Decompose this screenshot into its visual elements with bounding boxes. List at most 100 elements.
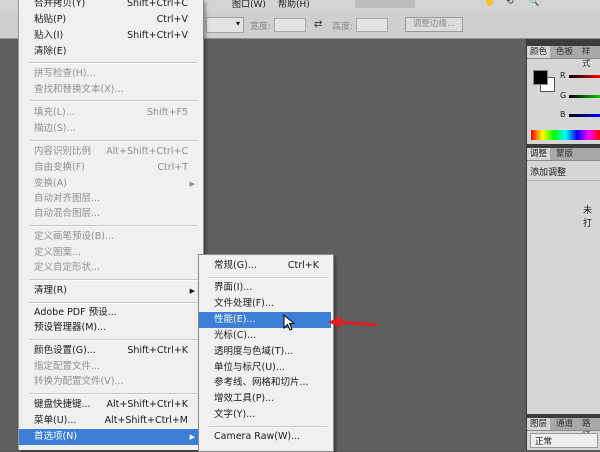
pref-item-cursors[interactable]: 光标(C)... bbox=[199, 328, 331, 344]
zoom-icon[interactable]: 🔍 bbox=[528, 0, 539, 7]
menu-item-spell-check[interactable]: 拼写检查(H)... bbox=[19, 66, 202, 82]
menu-item-shortcut: Alt+Shift+Ctrl+C bbox=[106, 146, 188, 157]
menu-item-shortcut: Ctrl+V bbox=[156, 14, 188, 25]
menu-item-keyboard-shortcuts[interactable]: 键盘快捷键... Alt+Shift+Ctrl+K bbox=[19, 397, 202, 413]
pref-item-performance[interactable]: 性能(E)... bbox=[199, 312, 331, 328]
tab-channels[interactable]: 通道 bbox=[553, 418, 576, 430]
submenu-item-label: 单位与标尺(U)... bbox=[214, 362, 285, 373]
submenu-item-label: 增效工具(P)... bbox=[214, 393, 275, 404]
width-field[interactable] bbox=[274, 18, 306, 32]
menu-item-color-settings[interactable]: 颜色设置(G)... Shift+Ctrl+K bbox=[19, 343, 202, 359]
height-label: 高度: bbox=[332, 22, 354, 32]
menu-item-define-pattern[interactable]: 定义图案... bbox=[19, 245, 202, 261]
menu-item-preferences[interactable]: 首选项(N) ▶ bbox=[19, 429, 202, 445]
pref-item-guides-grid-slices[interactable]: 参考线、网格和切片... bbox=[199, 375, 331, 391]
style-dropdown[interactable]: ▾ bbox=[206, 17, 244, 33]
submenu-item-label: 透明度与色域(T)... bbox=[214, 346, 294, 357]
color-spectrum-ramp[interactable] bbox=[531, 130, 600, 140]
menu-item-paste[interactable]: 粘贴(P) Ctrl+V bbox=[19, 12, 202, 28]
menu-item-clear[interactable]: 清除(E) bbox=[19, 44, 202, 60]
menu-item-convert-profile[interactable]: 转换为配置文件(V)... bbox=[19, 374, 202, 390]
r-slider[interactable] bbox=[569, 75, 600, 78]
tab-color[interactable]: 颜色 bbox=[527, 46, 551, 58]
channel-b-label: B bbox=[560, 110, 566, 119]
menu-item-label: 定义画笔预设(B)... bbox=[34, 231, 114, 242]
menu-item-transform[interactable]: 变换(A) ▶ bbox=[19, 176, 202, 192]
menu-item-auto-blend-layers[interactable]: 自动混合图层... bbox=[19, 206, 202, 222]
menu-help[interactable]: 帮助(H) bbox=[278, 0, 310, 10]
pref-item-transparency-gamut[interactable]: 透明度与色域(T)... bbox=[199, 344, 331, 360]
menu-item-purge[interactable]: 清理(R) ▶ bbox=[19, 283, 202, 299]
pref-item-camera-raw[interactable]: Camera Raw(W)... bbox=[199, 429, 331, 445]
hand-tool-icon[interactable]: ✋ bbox=[484, 0, 495, 7]
color-panel-tabs: 颜色 色板 样式 bbox=[527, 46, 600, 69]
adjustments-title: 添加调整 bbox=[530, 168, 567, 178]
adjustments-divider bbox=[527, 180, 600, 181]
menu-item-label: 指定配置文件... bbox=[34, 361, 101, 372]
height-field[interactable] bbox=[356, 18, 388, 32]
menu-item-label: 菜单(U)... bbox=[34, 415, 77, 426]
width-label: 宽度: bbox=[250, 22, 272, 32]
pref-item-file-handling[interactable]: 文件处理(F)... bbox=[199, 296, 331, 312]
b-slider[interactable] bbox=[569, 114, 600, 117]
menu-item-stroke[interactable]: 描边(S)... bbox=[19, 121, 202, 137]
pref-item-general[interactable]: 常规(G)... Ctrl+K bbox=[199, 258, 331, 274]
rotate-view-icon[interactable]: ⟲ bbox=[506, 0, 514, 7]
menu-item-preset-manager[interactable]: 预设管理器(M)... bbox=[19, 320, 202, 336]
menu-item-adobe-pdf-presets[interactable]: Adobe PDF 预设... bbox=[19, 305, 202, 321]
tab-paths[interactable]: 路径 bbox=[579, 418, 600, 441]
menu-item-shortcut: Shift+Ctrl+C bbox=[126, 0, 188, 9]
chevron-down-icon: ▾ bbox=[235, 19, 240, 28]
menu-item-fill[interactable]: 填充(L)... Shift+F5 bbox=[19, 105, 202, 121]
menu-separator bbox=[30, 100, 198, 102]
tab-swatches[interactable]: 色板 bbox=[553, 46, 576, 58]
menu-item-label: 变换(A) bbox=[34, 178, 67, 189]
g-slider[interactable] bbox=[569, 95, 600, 98]
menu-window[interactable]: 图口(W) bbox=[232, 0, 266, 10]
tab-styles[interactable]: 样式 bbox=[579, 46, 600, 69]
menu-item-label: 合并拷贝(Y) bbox=[34, 0, 86, 9]
menu-item-shortcut: Shift+Ctrl+V bbox=[127, 30, 188, 41]
menu-item-label: 转换为配置文件(V)... bbox=[34, 376, 124, 387]
menu-item-free-transform[interactable]: 自由变换(F) Ctrl+T bbox=[19, 160, 202, 176]
pref-item-units-rulers[interactable]: 单位与标尺(U)... bbox=[199, 360, 331, 376]
menu-item-define-custom-shape[interactable]: 定义自定形状... bbox=[19, 260, 202, 276]
mouse-cursor-icon bbox=[283, 314, 296, 331]
pref-item-type[interactable]: 文字(Y)... bbox=[199, 407, 331, 423]
menu-item-find-replace[interactable]: 查找和替换文本(X)... bbox=[19, 82, 202, 98]
tab-masks[interactable]: 蒙版 bbox=[553, 148, 576, 160]
menu-item-auto-align-layers[interactable]: 自动对齐图层... bbox=[19, 191, 202, 207]
foreground-color-swatch[interactable] bbox=[533, 70, 548, 85]
menu-item-merge-copy[interactable]: 合并拷贝(Y) Shift+Ctrl+C bbox=[19, 0, 202, 12]
menu-item-label: 清理(R) bbox=[34, 285, 68, 296]
menu-item-menus[interactable]: 菜单(U)... Alt+Shift+Ctrl+M bbox=[19, 413, 202, 429]
menu-item-shortcut: Alt+Shift+Ctrl+M bbox=[104, 415, 188, 426]
submenu-item-shortcut: Ctrl+K bbox=[287, 260, 319, 271]
submenu-arrow-icon: ▶ bbox=[189, 180, 195, 188]
pref-item-plugins[interactable]: 增效工具(P)... bbox=[199, 391, 331, 407]
channel-g-label: G bbox=[560, 91, 567, 100]
submenu-arrow-icon: ▶ bbox=[189, 287, 195, 295]
menu-item-label: 查找和替换文本(X)... bbox=[34, 84, 124, 95]
layers-panel: 图层 通道 路径 正常 bbox=[527, 418, 600, 450]
menu-item-paste-into[interactable]: 贴入(I) Shift+Ctrl+V bbox=[19, 28, 202, 44]
menu-item-label: Adobe PDF 预设... bbox=[34, 307, 117, 318]
pref-item-interface[interactable]: 界面(I)... bbox=[199, 280, 331, 296]
menu-item-content-aware-scale[interactable]: 内容识别比例 Alt+Shift+Ctrl+C bbox=[19, 144, 202, 160]
tab-layers[interactable]: 图层 bbox=[527, 418, 551, 430]
tab-adjustments[interactable]: 调整 bbox=[527, 148, 551, 160]
submenu-item-label: 界面(I)... bbox=[214, 282, 253, 293]
menu-item-shortcut: Ctrl+T bbox=[157, 162, 188, 173]
menu-separator bbox=[30, 302, 198, 304]
refine-edge-button[interactable]: 调整边缘... bbox=[405, 17, 463, 32]
submenu-item-label: 常规(G)... bbox=[214, 260, 257, 271]
submenu-item-label: 参考线、网格和切片... bbox=[214, 377, 309, 388]
swap-arrows-icon[interactable]: ⇄ bbox=[314, 19, 322, 30]
menu-separator bbox=[30, 393, 198, 395]
channel-r-label: R bbox=[560, 71, 566, 80]
menu-item-shortcut: Shift+Ctrl+K bbox=[127, 345, 188, 356]
menu-item-define-brush[interactable]: 定义画笔预设(B)... bbox=[19, 229, 202, 245]
menu-separator bbox=[30, 339, 198, 341]
menu-item-assign-profile[interactable]: 指定配置文件... bbox=[19, 359, 202, 375]
blend-mode-dropdown[interactable]: 正常 bbox=[530, 433, 598, 448]
